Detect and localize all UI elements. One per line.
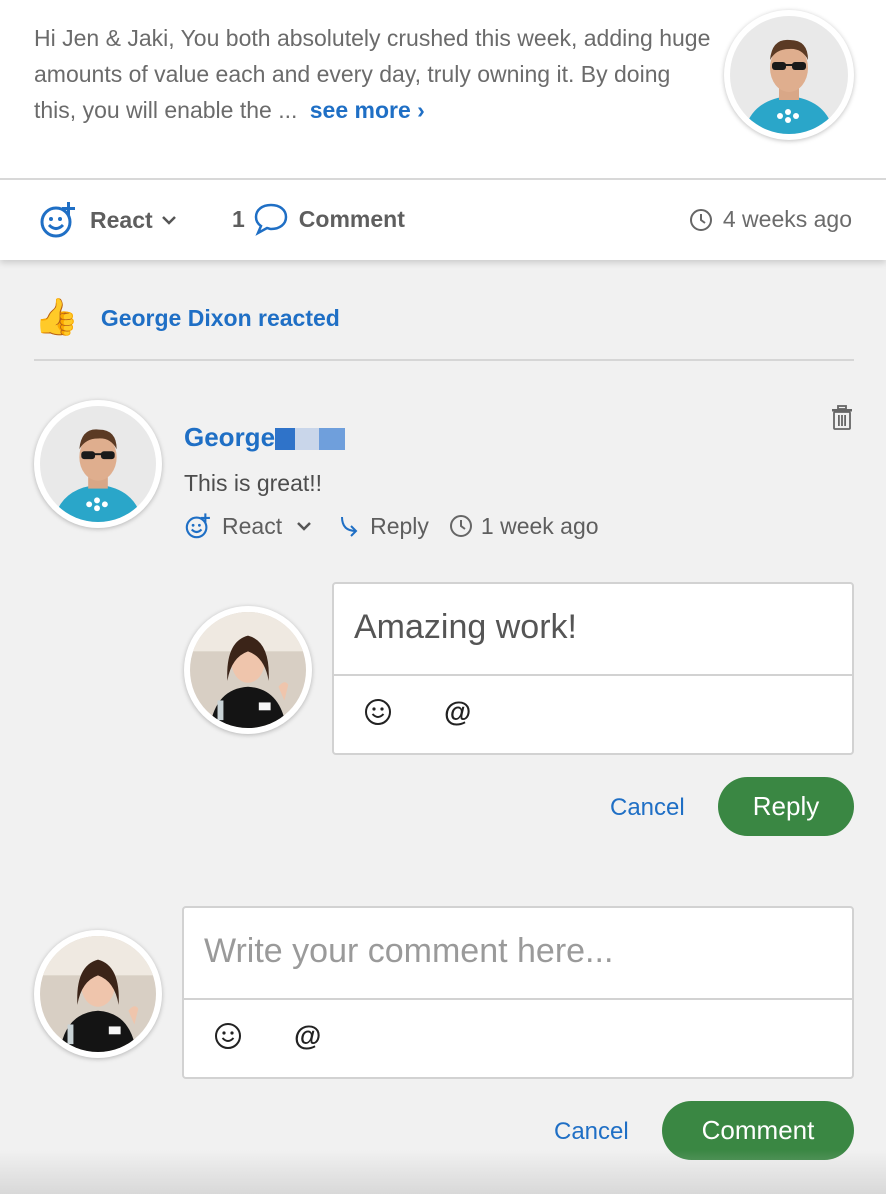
reply-tools: @ — [334, 676, 852, 748]
comment-timestamp: 1 week ago — [449, 513, 599, 540]
post-timestamp: 4 weeks ago — [689, 206, 852, 233]
thumbs-up-icon: 👍 — [34, 297, 79, 338]
reply-input-box: Amazing work! @ — [332, 582, 854, 755]
redacted-surname — [275, 427, 346, 450]
trash-icon[interactable] — [830, 405, 854, 431]
reply-submit-button[interactable]: Reply — [718, 777, 854, 836]
bottom-fade — [0, 1150, 886, 1194]
chevron-down-icon — [161, 216, 176, 225]
section-divider — [34, 359, 854, 361]
reply-input[interactable]: Amazing work! — [334, 584, 852, 676]
clock-icon — [689, 208, 712, 231]
clock-icon — [449, 515, 472, 537]
comment-cancel-button[interactable]: Cancel — [554, 1118, 629, 1146]
post-divider — [0, 178, 886, 180]
post-message: Hi Jen & Jaki, You both absolutely crush… — [34, 20, 714, 128]
emoji-icon[interactable] — [364, 698, 392, 726]
comment-react-button[interactable]: React — [184, 512, 312, 540]
comment-author-name[interactable]: George — [184, 422, 275, 453]
comment-bubble-icon — [254, 203, 288, 236]
chevron-down-icon — [297, 522, 311, 531]
comment-input[interactable]: Write your comment here... — [184, 908, 852, 1000]
reaction-summary: 👍 George Dixon reacted — [34, 298, 340, 338]
mention-icon[interactable]: @ — [444, 696, 471, 728]
see-more-link[interactable]: see more › — [310, 97, 425, 123]
post-author-avatar[interactable] — [724, 10, 854, 140]
comment-count-button[interactable]: 1 Comment — [232, 202, 405, 236]
reply-cancel-button[interactable]: Cancel — [610, 794, 685, 822]
emoji-icon[interactable] — [214, 1022, 242, 1050]
comment-body: This is great!! — [184, 470, 323, 496]
comment-action-bar: React Reply 1 week ago — [184, 512, 599, 540]
comment-author-avatar[interactable] — [34, 400, 162, 528]
comment-author: George — [184, 422, 346, 453]
comment-label: Comment — [298, 205, 405, 232]
reply-arrow-icon — [341, 516, 358, 537]
comment-input-box: Write your comment here... @ — [182, 906, 854, 1079]
reacted-by-link[interactable]: George Dixon reacted — [101, 305, 340, 332]
react-label: React — [90, 206, 153, 233]
post-action-bar: React 1 Comment 4 weeks ago — [0, 196, 886, 246]
comment-react-label: React — [222, 512, 283, 539]
comment-reply-button[interactable]: Reply — [338, 513, 429, 540]
post-timestamp-text: 4 weeks ago — [722, 206, 852, 232]
comment-count: 1 — [232, 205, 245, 232]
current-user-avatar — [184, 606, 312, 734]
react-button[interactable]: React — [38, 200, 177, 240]
mention-icon[interactable]: @ — [294, 1020, 321, 1052]
add-reaction-icon — [185, 513, 210, 539]
comment-timestamp-text: 1 week ago — [480, 512, 599, 539]
add-reaction-icon — [40, 202, 75, 238]
current-user-avatar — [34, 930, 162, 1058]
comment-reply-label: Reply — [370, 512, 429, 539]
comment-tools: @ — [184, 1000, 852, 1072]
